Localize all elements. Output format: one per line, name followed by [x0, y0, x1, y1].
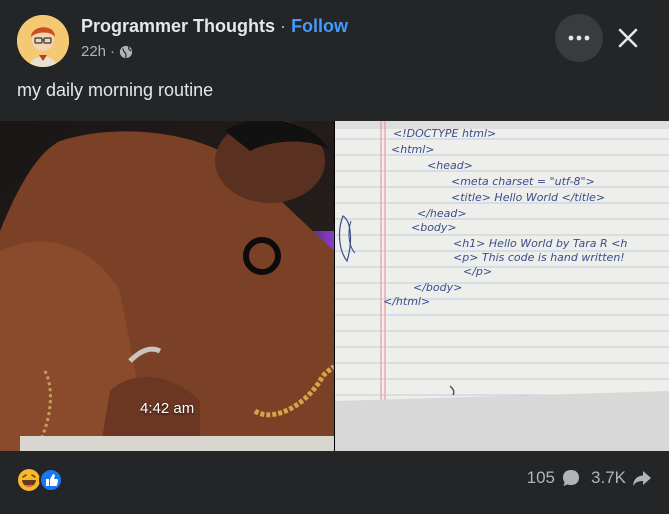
code-line-2: <html>: [391, 143, 435, 156]
haha-reaction-icon: [18, 469, 40, 491]
page-name[interactable]: Programmer Thoughts: [81, 16, 275, 36]
post-footer: 105 3.7K: [0, 452, 669, 514]
share-count-button[interactable]: 3.7K: [591, 468, 652, 488]
like-reaction-icon: [39, 468, 63, 492]
comment-count: 105: [526, 468, 556, 487]
photo-man-writing[interactable]: 4:42 am: [0, 121, 334, 451]
post-meta: 22h ·: [81, 43, 133, 60]
comment-bubble-icon: [563, 470, 580, 486]
name-follow-separator: ·: [280, 16, 287, 36]
code-line-10: </p>: [463, 265, 493, 278]
code-line-1: <!DOCTYPE html>: [393, 127, 497, 140]
code-line-3: <head>: [427, 159, 473, 172]
page-name-line: Programmer Thoughts · Follow: [81, 16, 348, 37]
meta-separator: ·: [110, 43, 116, 60]
page-avatar[interactable]: [17, 15, 69, 67]
comment-count-button[interactable]: 105: [527, 468, 581, 488]
code-line-12: </html>: [383, 295, 431, 308]
notebook-paper-illustration: [335, 121, 669, 451]
code-line-8: <h1> Hello World by Tara R <h: [453, 237, 628, 250]
share-arrow-icon: [633, 471, 651, 486]
code-line-6: </head>: [417, 207, 467, 220]
photo-time-overlay: 4:42 am: [140, 400, 195, 417]
follow-button[interactable]: Follow: [291, 16, 348, 36]
more-horizontal-icon: [568, 35, 590, 41]
post-header: Programmer Thoughts · Follow 22h ·: [0, 0, 669, 76]
post-timestamp[interactable]: 22h: [81, 43, 106, 60]
share-count: 3.7K: [591, 468, 626, 487]
close-icon: [618, 28, 638, 48]
reaction-icons: [18, 468, 63, 492]
photo-notebook[interactable]: <!DOCTYPE html> <html> <head> <meta char…: [335, 121, 669, 451]
code-line-11: </body>: [413, 281, 463, 294]
close-button[interactable]: [608, 18, 648, 58]
globe-icon: [119, 45, 133, 59]
post-media[interactable]: 4:42 am <!DOCTYPE html> <html> <head> <m…: [0, 121, 669, 451]
post-caption: my daily morning routine: [17, 80, 214, 100]
reaction-summary[interactable]: [17, 467, 67, 493]
code-line-5: <title> Hello World </title>: [451, 191, 606, 204]
code-line-4: <meta charset = "utf-8">: [451, 175, 595, 188]
post-stats: 105 3.7K: [527, 468, 652, 488]
code-line-7: <body>: [411, 221, 457, 234]
more-options-button[interactable]: [555, 14, 603, 62]
avatar-illustration: [17, 15, 69, 67]
code-line-9: <p> This code is hand written!: [453, 251, 625, 264]
